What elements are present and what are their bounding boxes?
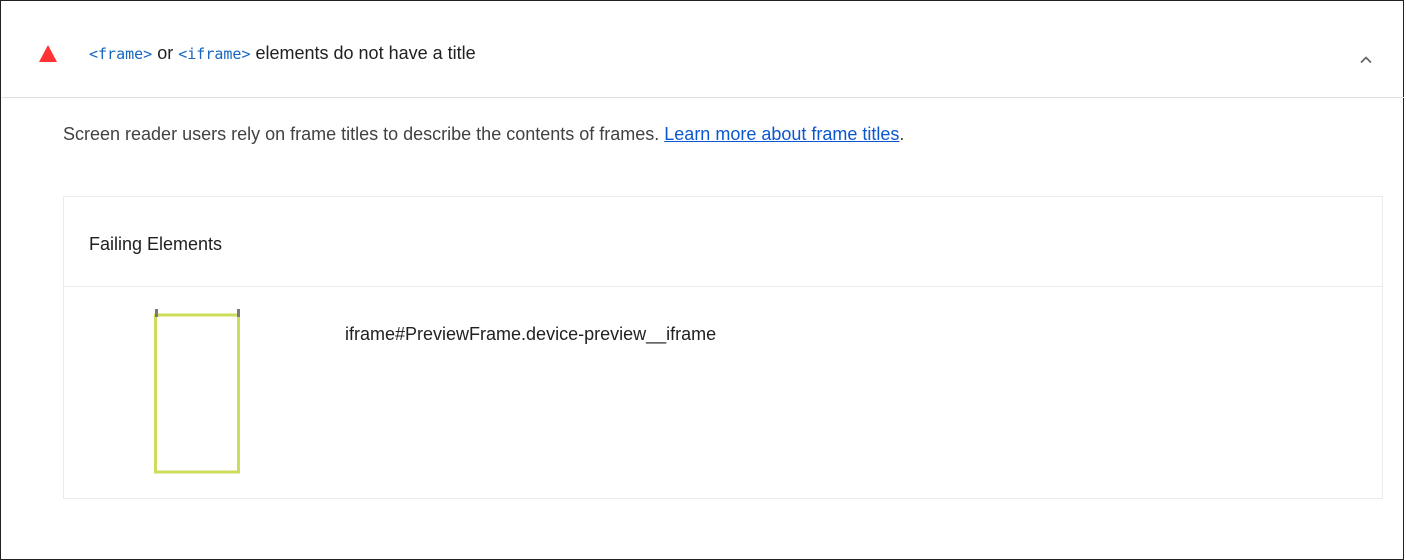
table-row[interactable]: iframe#PreviewFrame.device-preview__ifra… xyxy=(64,287,1382,498)
failing-elements-table: Failing Elements iframe#PreviewFrame.dev… xyxy=(63,196,1383,499)
title-or-text: or xyxy=(152,43,179,63)
audit-panel: <frame> or <iframe> elements do not have… xyxy=(0,0,1404,560)
audit-header-toggle[interactable]: <frame> or <iframe> elements do not have… xyxy=(2,2,1404,98)
description-text: Screen reader users rely on frame titles… xyxy=(63,124,665,144)
code-frame: <frame> xyxy=(89,45,153,63)
table-header: Failing Elements xyxy=(64,197,1382,287)
audit-description: Screen reader users rely on frame titles… xyxy=(63,122,904,146)
chevron-up-icon[interactable] xyxy=(1360,54,1372,66)
table-header-label: Failing Elements xyxy=(89,234,223,254)
audit-title: <frame> or <iframe> elements do not have… xyxy=(89,42,476,65)
element-selector: iframe#PreviewFrame.device-preview__ifra… xyxy=(345,324,717,344)
fail-triangle-icon xyxy=(39,45,57,62)
code-iframe: <iframe> xyxy=(178,45,251,63)
learn-more-link[interactable]: Learn more about frame titles xyxy=(664,124,899,144)
description-trailing: . xyxy=(899,124,905,144)
element-screenshot-thumbnail xyxy=(154,309,244,474)
title-rest-text: elements do not have a title xyxy=(250,43,476,63)
